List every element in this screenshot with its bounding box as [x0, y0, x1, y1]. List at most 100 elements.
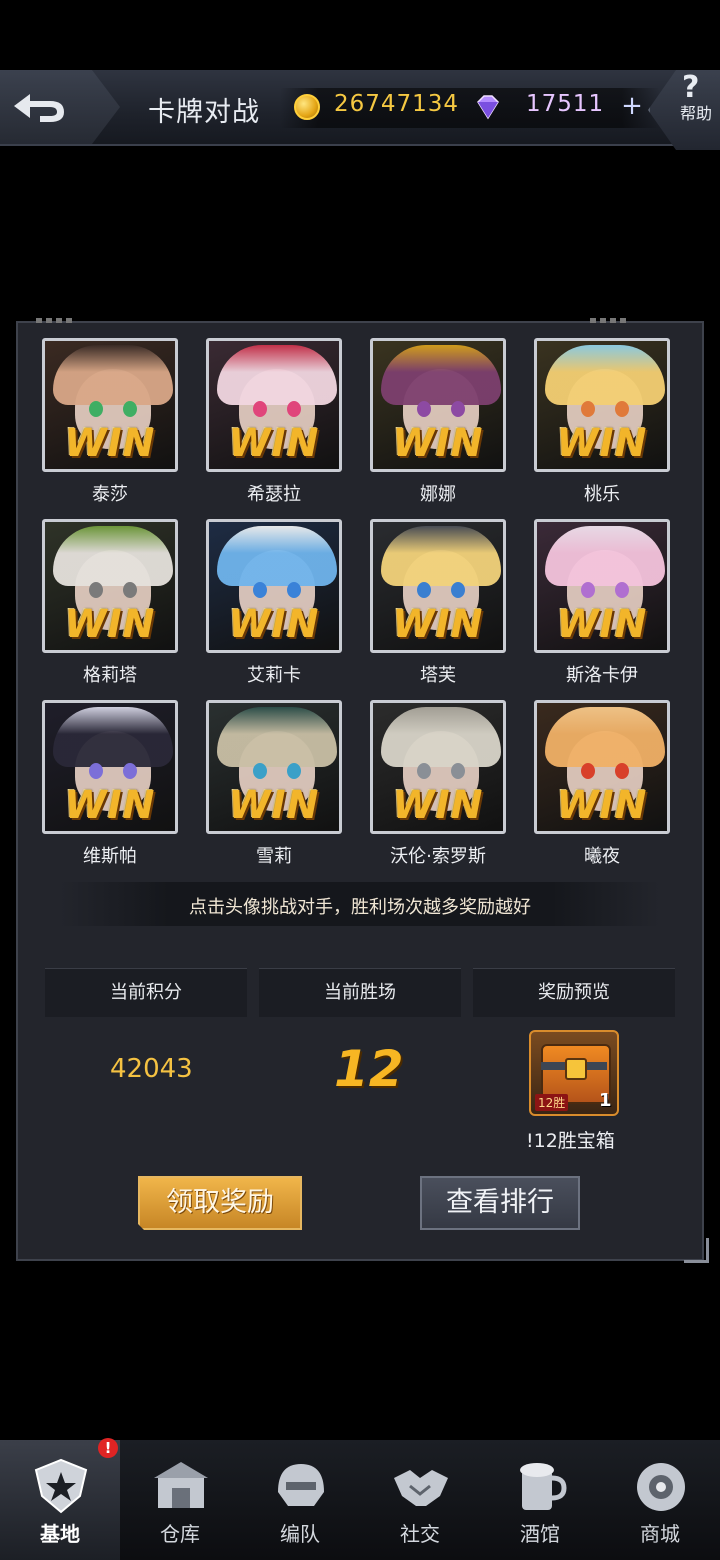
nav-label: 酒馆	[520, 1522, 560, 1546]
opponent-card[interactable]: WIN	[534, 338, 670, 472]
opponent-name: 塔芙	[420, 665, 456, 686]
opponent-card[interactable]: WIN	[42, 338, 178, 472]
win-badge: WIN	[556, 602, 648, 646]
portrait-eye	[615, 582, 629, 598]
chest-tag: 12胜	[535, 1094, 569, 1111]
opponent-card[interactable]: WIN	[42, 700, 178, 834]
portrait-eye	[253, 763, 267, 779]
opponent-card[interactable]: WIN	[206, 700, 342, 834]
portrait-eye	[451, 401, 465, 417]
gem-icon	[477, 95, 499, 120]
gold-coin-icon	[294, 94, 320, 120]
portrait-hair	[53, 526, 173, 586]
portrait-hair	[381, 526, 501, 586]
nav-label: 社交	[400, 1522, 440, 1546]
portrait-eye	[581, 763, 595, 779]
opponent-card[interactable]: WIN	[370, 338, 506, 472]
win-badge: WIN	[228, 783, 320, 827]
shop-icon	[630, 1456, 692, 1518]
nav-label: 商城	[640, 1522, 680, 1546]
portrait-hair	[217, 345, 337, 405]
panel-decoration	[36, 318, 72, 323]
current-wins: 12	[334, 1040, 404, 1098]
portrait-eye	[451, 582, 465, 598]
opponent-name: 雪莉	[256, 846, 292, 867]
opponent-card[interactable]: WIN	[370, 519, 506, 653]
win-badge: WIN	[64, 602, 156, 646]
portrait-hair	[217, 707, 337, 767]
opponent-name: 桃乐	[584, 484, 620, 505]
nav-label: 编队	[280, 1522, 320, 1546]
portrait-hair	[545, 526, 665, 586]
portrait-hair	[381, 707, 501, 767]
claim-reward-button[interactable]: 领取奖励	[138, 1176, 302, 1230]
portrait-eye	[451, 763, 465, 779]
helmet-icon	[270, 1456, 332, 1518]
gem-amount: 17511	[526, 91, 605, 117]
portrait-eye	[253, 582, 267, 598]
add-gems-button[interactable]: +	[618, 92, 646, 120]
base-star-icon	[30, 1456, 92, 1518]
portrait-eye	[581, 582, 595, 598]
opponent-card[interactable]: WIN	[534, 519, 670, 653]
portrait-eye	[123, 401, 137, 417]
reward-chest-item[interactable]: 12胜 1	[529, 1030, 619, 1116]
portrait-eye	[287, 401, 301, 417]
portrait-eye	[581, 401, 595, 417]
opponent-name: 艾莉卡	[247, 665, 301, 686]
chest-quantity: 1	[599, 1090, 612, 1111]
win-badge: WIN	[556, 421, 648, 465]
gold-amount: 26747134	[334, 91, 460, 117]
portrait-hair	[217, 526, 337, 586]
panel-decoration	[590, 318, 630, 323]
help-label: 帮助	[680, 104, 713, 123]
portrait-eye	[417, 582, 431, 598]
opponent-name: 斯洛卡伊	[566, 665, 638, 686]
portrait-eye	[123, 582, 137, 598]
portrait-eye	[287, 582, 301, 598]
win-badge: WIN	[392, 783, 484, 827]
portrait-eye	[417, 401, 431, 417]
win-badge: WIN	[556, 783, 648, 827]
opponent-name: 泰莎	[92, 484, 128, 505]
opponent-card[interactable]: WIN	[42, 519, 178, 653]
opponent-name: 娜娜	[420, 484, 456, 505]
win-badge: WIN	[392, 421, 484, 465]
opponent-card[interactable]: WIN	[206, 338, 342, 472]
warehouse-icon	[150, 1456, 212, 1518]
portrait-eye	[615, 763, 629, 779]
chest-lock-icon	[565, 1058, 587, 1080]
nav-label: 仓库	[160, 1522, 200, 1546]
portrait-hair	[53, 345, 173, 405]
portrait-eye	[89, 763, 103, 779]
panel-corner	[684, 1238, 709, 1263]
opponent-card[interactable]: WIN	[370, 700, 506, 834]
win-badge: WIN	[228, 602, 320, 646]
win-badge: WIN	[64, 421, 156, 465]
portrait-eye	[615, 401, 629, 417]
opponent-name: 维斯帕	[83, 846, 137, 867]
handshake-icon	[390, 1456, 452, 1518]
portrait-eye	[89, 582, 103, 598]
reward-name: !12胜宝箱	[526, 1130, 615, 1152]
portrait-eye	[123, 763, 137, 779]
portrait-hair	[545, 345, 665, 405]
opponent-card[interactable]: WIN	[206, 519, 342, 653]
opponent-card[interactable]: WIN	[534, 700, 670, 834]
portrait-eye	[89, 401, 103, 417]
nav-label: 基地	[40, 1522, 80, 1546]
hint-text: 点击头像挑战对手，胜利场次越多奖励越好	[189, 897, 531, 918]
wins-header: 当前胜场	[259, 968, 461, 1017]
card-battle-screen: 卡牌对战 26747134 17511 + ? 帮助 WIN 泰莎 WIN 希瑟拉 WI…	[0, 0, 720, 1560]
portrait-hair	[545, 707, 665, 767]
portrait-eye	[417, 763, 431, 779]
portrait-eye	[253, 401, 267, 417]
alert-badge: !	[98, 1438, 118, 1458]
view-ranking-button[interactable]: 查看排行	[420, 1176, 580, 1230]
reward-header: 奖励预览	[473, 968, 675, 1017]
beer-mug-icon	[510, 1456, 572, 1518]
opponent-name: 希瑟拉	[247, 484, 301, 505]
score-header: 当前积分	[45, 968, 247, 1017]
current-score: 42043	[110, 1054, 193, 1084]
portrait-hair	[381, 345, 501, 405]
